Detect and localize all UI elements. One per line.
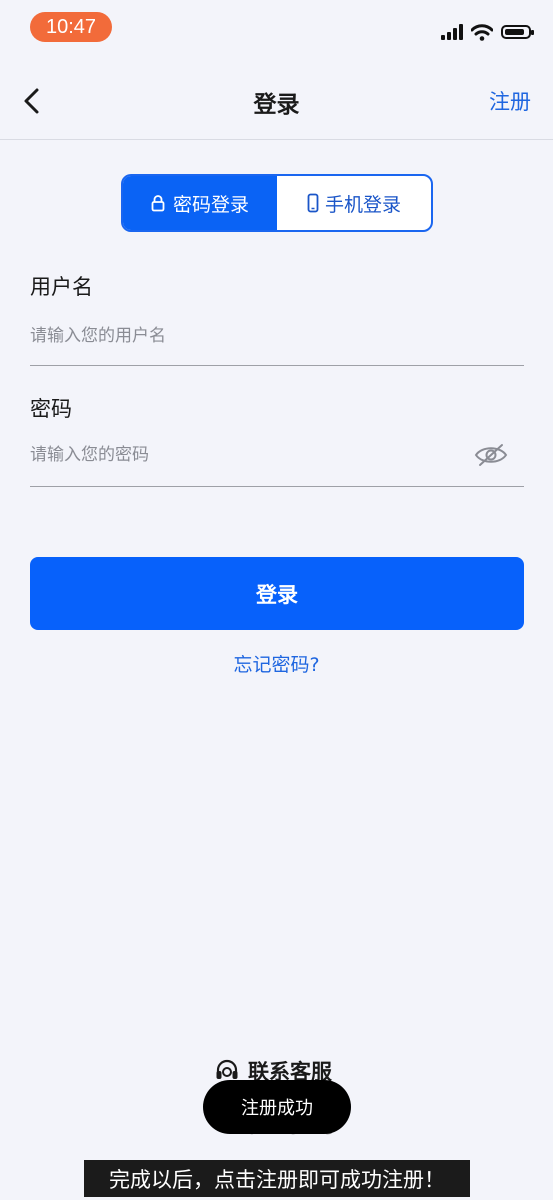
forgot-password-link[interactable]: 忘记密码? [0, 650, 553, 677]
password-input[interactable] [30, 435, 460, 475]
status-icons [441, 22, 534, 42]
tab-password-login[interactable]: 密码登录 [123, 176, 277, 230]
phone-icon [307, 193, 319, 213]
page-title: 登录 [253, 92, 300, 118]
password-underline [30, 486, 524, 487]
status-time: 10:47 [30, 12, 112, 42]
video-caption: 完成以后，点击注册即可成功注册！ [84, 1160, 470, 1197]
username-input[interactable] [30, 316, 524, 356]
username-underline [30, 365, 524, 366]
login-button[interactable]: 登录 [30, 557, 524, 630]
battery-icon [501, 25, 534, 39]
tab-label: 手机登录 [324, 193, 401, 216]
login-method-tabs: 密码登录 手机登录 [121, 174, 433, 232]
tab-label: 密码登录 [172, 193, 249, 216]
tab-phone-login[interactable]: 手机登录 [277, 176, 431, 230]
signal-icon [441, 24, 463, 40]
wifi-icon [471, 23, 493, 41]
username-label: 用户名 [30, 275, 93, 299]
password-label: 密码 [30, 397, 72, 421]
lock-icon [151, 195, 165, 212]
toast-message: 注册成功 [203, 1080, 351, 1134]
eye-off-icon[interactable] [474, 440, 508, 470]
register-link[interactable]: 注册 [489, 86, 531, 116]
